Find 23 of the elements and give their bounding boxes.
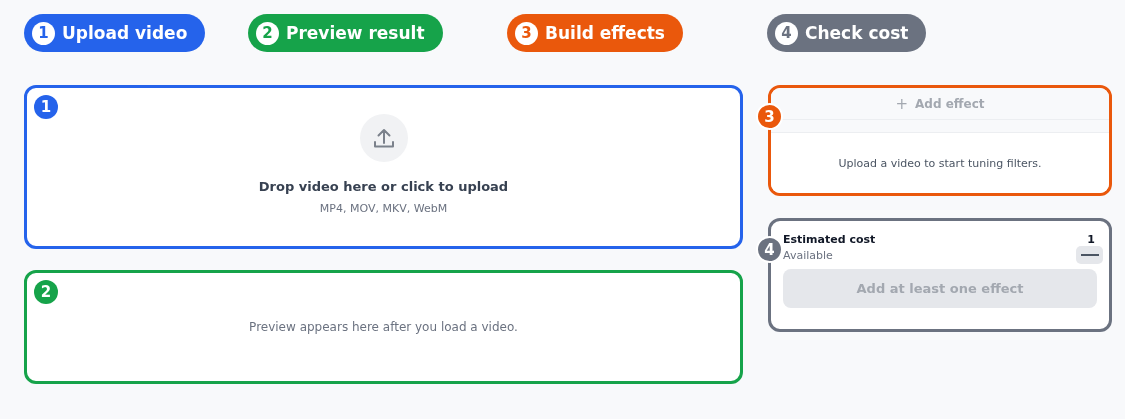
upload-icon xyxy=(359,113,408,162)
step-number: 4 xyxy=(775,21,798,45)
format-list: MP4, MOV, MKV, WebM xyxy=(319,201,448,215)
step-badge: 4 xyxy=(756,236,783,263)
step-label: Build effects xyxy=(545,23,665,43)
step-badge: 2 xyxy=(34,280,58,304)
available-label: Available xyxy=(783,248,833,262)
step-number: 1 xyxy=(32,21,55,45)
effects-message: Upload a video to start tuning filters. xyxy=(838,156,1042,170)
step-label: Check cost xyxy=(805,23,909,43)
step-badge: 1 xyxy=(34,95,58,119)
preview-message: Preview appears here after you load a video. xyxy=(249,320,518,334)
step-number: 3 xyxy=(515,21,538,45)
step-label: Preview result xyxy=(286,23,425,43)
cost-value: 1 xyxy=(1087,233,1095,246)
upload-title: Drop video here or click to upload xyxy=(258,178,509,194)
step-label: Upload video xyxy=(62,23,188,43)
step-badge: 3 xyxy=(756,103,783,130)
minus-button[interactable] xyxy=(1076,246,1103,264)
minus-icon xyxy=(1080,254,1099,256)
step-number: 2 xyxy=(256,21,279,45)
cost-title: Estimated cost xyxy=(783,233,876,246)
upload-dropzone[interactable]: 1 Drop video here or click to upload MP4, MOV, MKV, WebM xyxy=(24,85,743,249)
